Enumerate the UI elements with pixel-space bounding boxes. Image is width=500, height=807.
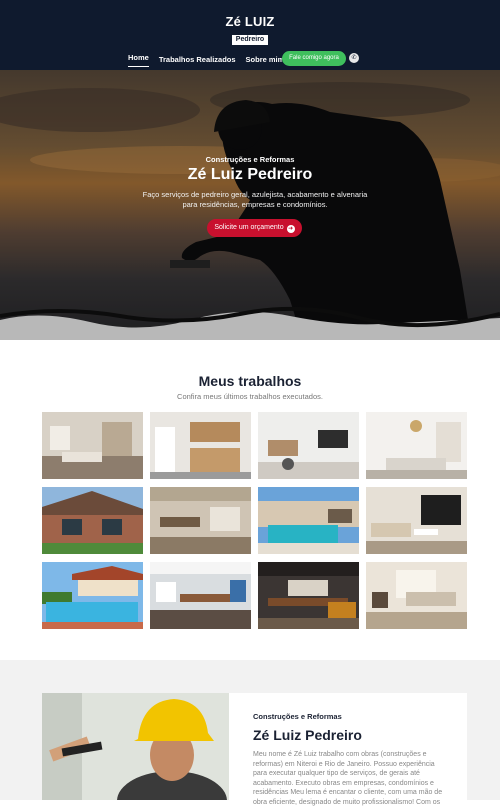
whatsapp-icon[interactable]: ✆ <box>349 53 359 63</box>
white-living-room-photo[interactable] <box>366 412 467 479</box>
works-title: Meus trabalhos <box>198 373 302 389</box>
contact-now-button[interactable]: Fale comigo agora <box>282 51 346 66</box>
office-meeting-room-photo[interactable] <box>150 562 251 629</box>
about-kicker: Construções e Reformas <box>253 712 342 721</box>
arrow-right-icon: ➜ <box>286 225 295 233</box>
hero-section: Construções e Reformas Zé Luiz Pedreiro … <box>0 70 500 340</box>
works-subtitle: Confira meus últimos trabalhos executado… <box>177 392 323 401</box>
nav-trabalhos-realizados[interactable]: Trabalhos Realizados <box>159 54 236 66</box>
nav-home[interactable]: Home <box>128 52 149 67</box>
hero-description: Faço serviços de pedreiro geral, azuleji… <box>142 190 368 209</box>
pool-area-photo[interactable] <box>258 487 359 554</box>
request-quote-label: Solicite um orçamento <box>214 224 284 231</box>
living-room-photo[interactable] <box>42 412 143 479</box>
logo-subtitle: Pedreiro <box>231 35 269 45</box>
works-gallery <box>42 412 467 629</box>
request-quote-button[interactable]: Solicite um orçamento ➜ <box>207 219 302 237</box>
house-with-pool-photo[interactable] <box>42 562 143 629</box>
restaurant-interior-photo[interactable] <box>258 562 359 629</box>
about-text: Meu nome é Zé Luiz trabalho com obras (c… <box>253 751 443 806</box>
open-living-kitchen-photo[interactable] <box>258 412 359 479</box>
brick-house-exterior-photo[interactable] <box>42 487 143 554</box>
kitchen-photo[interactable] <box>150 412 251 479</box>
modern-living-room-photo[interactable] <box>366 487 467 554</box>
hero-kicker: Construções e Reformas <box>205 155 295 164</box>
gourmet-area-photo[interactable] <box>150 487 251 554</box>
loft-living-room-photo[interactable] <box>366 562 467 629</box>
worker-portrait-photo <box>42 693 229 800</box>
logo-title: Zé LUIZ <box>225 14 275 29</box>
nav-sobre-mim[interactable]: Sobre mim <box>246 54 285 66</box>
about-title: Zé Luiz Pedreiro <box>253 727 362 743</box>
main-nav: Home Trabalhos Realizados Sobre mim <box>128 52 294 67</box>
site-header: Zé LUIZ Pedreiro Home Trabalhos Realizad… <box>0 0 500 70</box>
logo[interactable]: Zé LUIZ Pedreiro <box>0 15 500 46</box>
hero-title: Zé Luiz Pedreiro <box>187 166 313 183</box>
